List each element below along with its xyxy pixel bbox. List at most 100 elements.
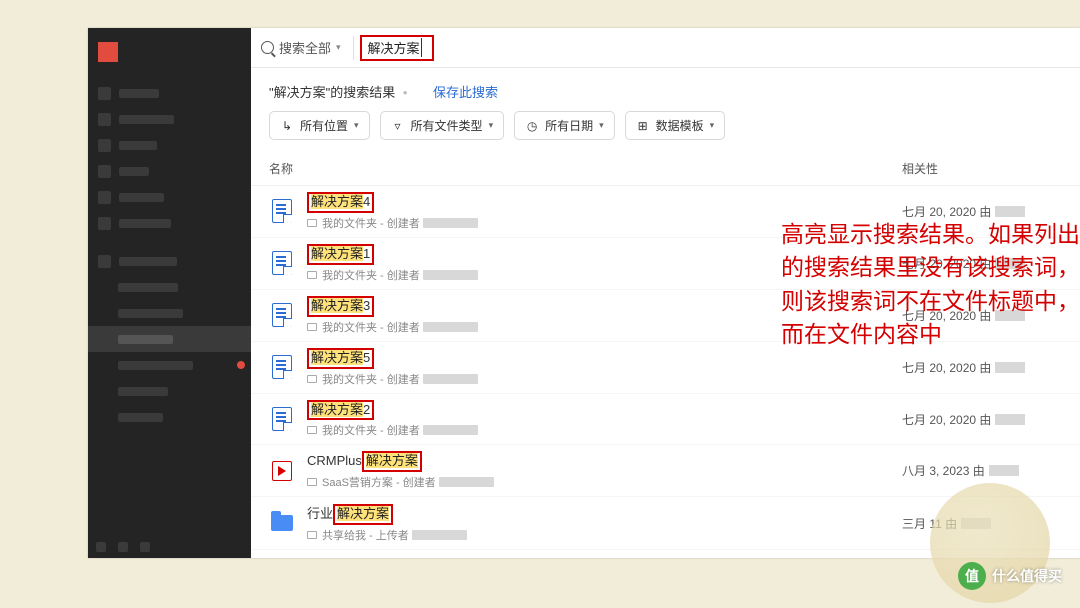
sidebar-subitem[interactable] xyxy=(88,274,251,300)
template-icon: ⊞ xyxy=(636,119,650,133)
filter-template[interactable]: ⊞ 数据模板 ▾ xyxy=(625,111,726,140)
sidebar-icon xyxy=(98,87,111,100)
column-name-header[interactable]: 名称 xyxy=(269,160,902,177)
result-name-cell: CRMPlus解决方案 SaaS营销方案 - 创建者 xyxy=(307,451,902,490)
sidebar-icon xyxy=(98,139,111,152)
document-icon xyxy=(269,250,295,276)
sidebar-item[interactable] xyxy=(88,210,251,236)
document-icon xyxy=(269,354,295,380)
filter-label: 数据模板 xyxy=(656,117,704,134)
sidebar-subitem-active[interactable] xyxy=(88,326,251,352)
sidebar-tool-icon[interactable] xyxy=(96,542,106,552)
sidebar-item[interactable] xyxy=(88,80,251,106)
app-logo[interactable] xyxy=(98,42,118,62)
search-input-highlight-box: 解决方案 xyxy=(360,35,434,61)
sidebar-label xyxy=(119,219,171,228)
result-name-cell: 解决方案1 我的文件夹 - 创建者 xyxy=(307,244,902,283)
result-row[interactable]: 解决方案1 我的文件夹 - 创建者七月 20, 2020 由 xyxy=(251,238,1080,290)
sidebar-icon xyxy=(98,165,111,178)
filter-label: 所有位置 xyxy=(300,117,348,134)
result-relevance-cell: 七月 20, 2020 由 xyxy=(902,411,1062,428)
sidebar-label xyxy=(119,193,164,202)
filter-filetype[interactable]: ▿ 所有文件类型 ▾ xyxy=(380,111,505,140)
sidebar-item[interactable] xyxy=(88,132,251,158)
clock-icon: ◷ xyxy=(525,119,539,133)
result-row[interactable]: 解决方案4我的文件夹 - 创建者七月 20, 2020 由 xyxy=(251,186,1080,238)
sidebar-label xyxy=(119,89,159,98)
sidebar-label xyxy=(118,361,193,370)
document-icon xyxy=(269,302,295,328)
result-relevance-cell: 七月 20, 2020 由 xyxy=(902,255,1062,272)
sidebar-subitem-notify[interactable] xyxy=(88,352,251,378)
sidebar-label xyxy=(119,141,157,150)
search-scope-label: 搜索全部 xyxy=(279,38,331,57)
result-title[interactable]: 解决方案3 xyxy=(307,296,902,317)
filter-date[interactable]: ◷ 所有日期 ▾ xyxy=(514,111,615,140)
result-row[interactable]: 解决方案3我的文件夹 - 创建者七月 20, 2020 由 xyxy=(251,290,1080,342)
result-row[interactable]: 解决方案5 我的文件夹 - 创建者七月 20, 2020 由 xyxy=(251,342,1080,394)
search-input[interactable]: 解决方案 xyxy=(368,38,422,57)
result-relevance-cell: 七月 20, 2020 由 xyxy=(902,203,1062,220)
result-name-cell: 解决方案5 我的文件夹 - 创建者 xyxy=(307,348,902,387)
result-meta: 我的文件夹 - 创建者 xyxy=(307,422,902,438)
sidebar-label xyxy=(118,309,183,318)
chevron-down-icon: ▾ xyxy=(599,120,604,131)
sidebar-section[interactable] xyxy=(88,248,251,274)
sidebar-tool-icon[interactable] xyxy=(118,542,128,552)
sidebar-label xyxy=(118,387,168,396)
result-relevance-cell: 八月 3, 2023 由 xyxy=(902,462,1062,479)
sidebar-tool-icon[interactable] xyxy=(140,542,150,552)
result-title[interactable]: 行业解决方案 xyxy=(307,503,902,525)
chevron-down-icon: ▾ xyxy=(489,120,494,131)
sidebar-label xyxy=(118,413,163,422)
result-row[interactable]: CRMPlus解决方案 SaaS营销方案 - 创建者八月 3, 2023 由 xyxy=(251,445,1080,497)
result-meta: SaaS营销方案 - 创建者 xyxy=(307,474,902,490)
sidebar-item[interactable] xyxy=(88,184,251,210)
result-name-cell: 解决方案4我的文件夹 - 创建者 xyxy=(307,192,902,231)
result-title[interactable]: CRMPlus解决方案 xyxy=(307,451,902,472)
chevron-down-icon: ▾ xyxy=(710,120,715,131)
result-meta: 我的文件夹 - 创建者 xyxy=(307,267,902,283)
chevron-down-icon: ▾ xyxy=(354,120,359,131)
sidebar-subitem[interactable] xyxy=(88,378,251,404)
sidebar-bottom-tools xyxy=(96,542,150,552)
results-summary: "解决方案"的搜索结果 • 保存此搜索 xyxy=(251,68,1080,111)
search-scope-selector[interactable]: 搜索全部 ▾ xyxy=(261,36,354,60)
sidebar-item[interactable] xyxy=(88,106,251,132)
sidebar-label xyxy=(118,335,173,344)
filter-label: 所有日期 xyxy=(545,117,593,134)
filter-location[interactable]: ↳ 所有位置 ▾ xyxy=(269,111,370,140)
sidebar-item[interactable] xyxy=(88,158,251,184)
result-row[interactable]: 解决方案2我的文件夹 - 创建者七月 20, 2020 由 xyxy=(251,394,1080,446)
chevron-down-icon: ▾ xyxy=(336,42,341,53)
sidebar-label xyxy=(119,257,177,266)
result-meta: 共享给我 - 上传者 xyxy=(307,527,902,543)
watermark-text: 什么值得买 xyxy=(992,566,1062,586)
result-relevance-cell: 七月 20, 2020 由 xyxy=(902,359,1062,376)
result-title[interactable]: 解决方案2 xyxy=(307,400,902,421)
watermark-icon: 值 xyxy=(958,562,986,590)
result-name-cell: 解决方案2我的文件夹 - 创建者 xyxy=(307,400,902,439)
sidebar-subitem[interactable] xyxy=(88,404,251,430)
folder-icon xyxy=(269,510,295,536)
sidebar-icon xyxy=(98,217,111,230)
search-bar: 搜索全部 ▾ 解决方案 xyxy=(251,28,1080,68)
result-meta: 我的文件夹 - 创建者 xyxy=(307,371,902,387)
result-title[interactable]: 解决方案5 xyxy=(307,348,902,369)
separator-dot: • xyxy=(403,85,408,100)
sidebar-subitem[interactable] xyxy=(88,300,251,326)
location-tree-icon: ↳ xyxy=(280,119,294,133)
document-icon xyxy=(269,406,295,432)
result-title[interactable]: 解决方案4 xyxy=(307,192,902,213)
presentation-icon xyxy=(269,458,295,484)
document-icon xyxy=(269,198,295,224)
list-header: 名称 相关性 xyxy=(251,154,1080,186)
funnel-icon: ▿ xyxy=(391,119,405,133)
result-name-cell: 解决方案3我的文件夹 - 创建者 xyxy=(307,296,902,335)
app-window: 搜索全部 ▾ 解决方案 "解决方案"的搜索结果 • 保存此搜索 ↳ 所有位置 ▾… xyxy=(88,28,1080,558)
sidebar-label xyxy=(119,167,149,176)
result-title[interactable]: 解决方案1 xyxy=(307,244,902,265)
column-relevance-header[interactable]: 相关性 xyxy=(902,160,1062,177)
sidebar-label xyxy=(119,115,174,124)
save-search-link[interactable]: 保存此搜索 xyxy=(433,85,498,100)
